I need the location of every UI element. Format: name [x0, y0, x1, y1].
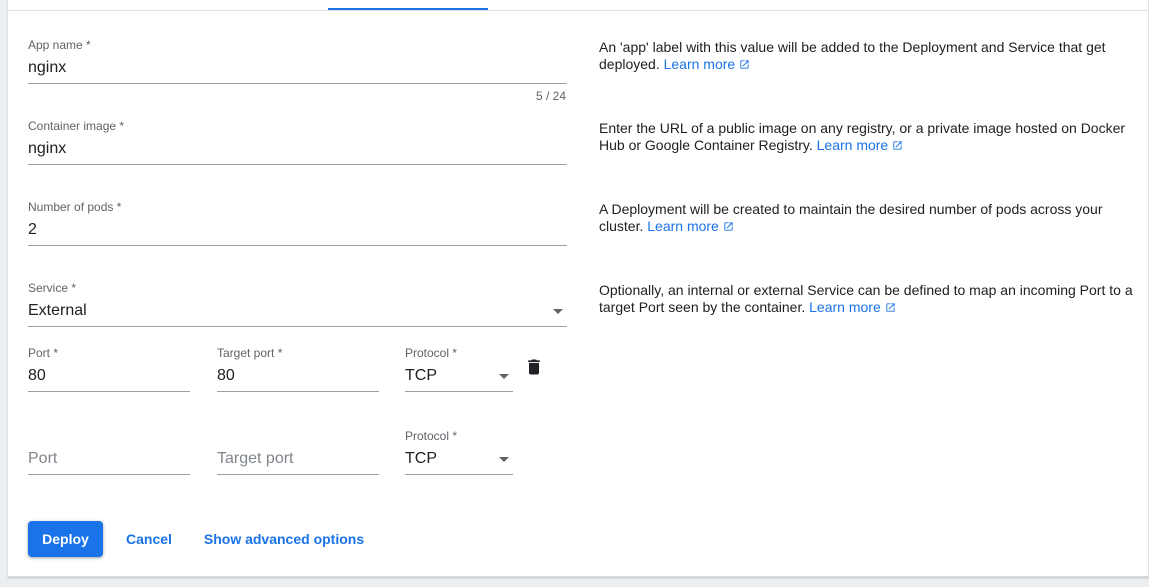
container-image-learn-more-link[interactable]: Learn more [817, 137, 904, 153]
service-select[interactable]: Service * External [28, 281, 567, 327]
app-name-underline [28, 83, 567, 84]
container-image-help: Enter the URL of a public image on any r… [599, 120, 1135, 154]
trash-icon[interactable] [524, 357, 544, 377]
port-underline-2 [28, 474, 190, 475]
num-pods-label: Number of pods * [28, 200, 122, 214]
protocol-select-1[interactable]: Protocol * TCP [405, 346, 513, 392]
num-pods-input[interactable]: 2 [28, 221, 37, 239]
service-learn-more-label: Learn more [809, 299, 881, 315]
target-port-underline-1 [217, 391, 379, 392]
container-image-learn-more-label: Learn more [816, 137, 889, 153]
container-image-input[interactable]: nginx [28, 140, 66, 158]
show-advanced-options-button[interactable]: Show advanced options [200, 521, 368, 557]
cancel-button[interactable]: Cancel [118, 521, 180, 557]
target-port-field-2[interactable]: Target port [217, 429, 379, 475]
protocol-selected-value-2: TCP [405, 450, 437, 467]
open-in-new-icon [893, 141, 902, 150]
app-name-label: App name * [28, 38, 91, 52]
open-in-new-icon [724, 222, 733, 231]
app-name-help: An 'app' label with this value will be a… [599, 39, 1135, 73]
active-tab-indicator [328, 8, 488, 10]
open-in-new-icon [886, 303, 895, 312]
app-name-char-counter: 5 / 24 [536, 89, 567, 103]
num-pods-learn-more-link[interactable]: Learn more [647, 218, 734, 234]
container-image-label: Container image * [28, 119, 125, 133]
port-field-1[interactable]: Port * 80 [28, 346, 190, 392]
target-port-field-1[interactable]: Target port * 80 [217, 346, 379, 392]
container-image-underline [28, 164, 567, 165]
num-pods-field[interactable]: Number of pods * 2 [28, 200, 567, 246]
target-port-input-1[interactable]: 80 [217, 367, 235, 385]
port-input-1[interactable]: 80 [28, 367, 46, 385]
protocol-selected-value-1: TCP [405, 367, 437, 384]
num-pods-help: A Deployment will be created to maintain… [599, 201, 1135, 235]
service-help: Optionally, an internal or external Serv… [599, 282, 1135, 316]
app-name-input[interactable]: nginx [28, 59, 66, 77]
service-learn-more-link[interactable]: Learn more [809, 299, 896, 315]
service-underline [28, 326, 567, 327]
protocol-dropdown-arrow-icon-2[interactable] [499, 457, 509, 462]
protocol-label-2: Protocol * [405, 429, 458, 443]
app-name-learn-more-link[interactable]: Learn more [664, 56, 751, 72]
protocol-label-1: Protocol * [405, 346, 458, 360]
service-selected-value: External [28, 302, 87, 319]
protocol-dropdown-arrow-icon-1[interactable] [499, 374, 509, 379]
port-label-1: Port * [28, 346, 59, 360]
target-port-underline-2 [217, 474, 379, 475]
protocol-underline-1 [405, 391, 513, 392]
num-pods-learn-more-label: Learn more [647, 218, 719, 234]
service-label: Service * [28, 281, 77, 295]
protocol-underline-2 [405, 474, 513, 475]
container-image-field[interactable]: Container image * nginx [28, 119, 567, 165]
tab-bar-divider [8, 10, 1149, 11]
deploy-button[interactable]: Deploy [28, 521, 103, 557]
app-name-field[interactable]: App name * nginx [28, 38, 567, 84]
service-dropdown-arrow-icon[interactable] [553, 309, 563, 314]
target-port-label-1: Target port * [217, 346, 283, 360]
port-input-2[interactable]: Port [28, 450, 57, 468]
num-pods-underline [28, 245, 567, 246]
port-underline-1 [28, 391, 190, 392]
app-name-learn-more-label: Learn more [663, 56, 736, 72]
port-field-2[interactable]: Port [28, 429, 190, 475]
target-port-input-2[interactable]: Target port [217, 450, 293, 468]
protocol-select-2[interactable]: Protocol * TCP [405, 429, 513, 475]
open-in-new-icon [740, 60, 749, 69]
